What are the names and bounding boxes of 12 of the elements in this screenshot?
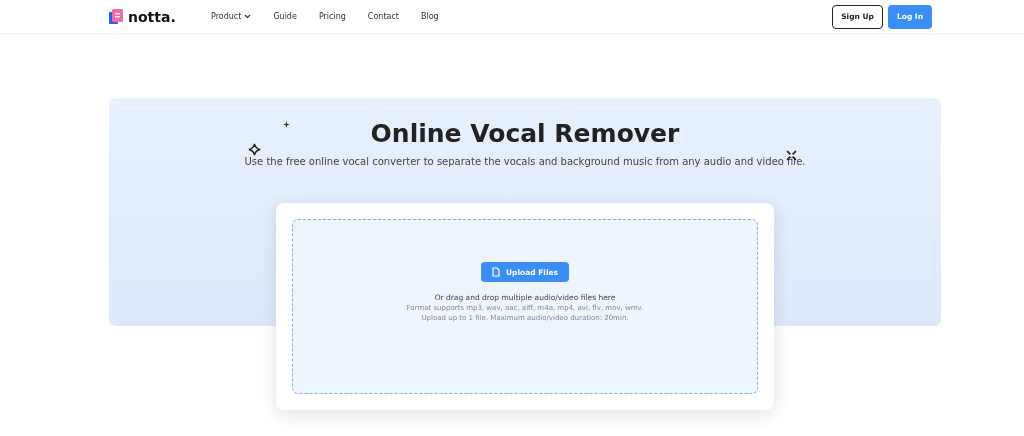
logo-icon — [109, 8, 123, 25]
nav-link[interactable]: Pricing — [318, 12, 346, 21]
logo-text: notta. — [128, 8, 176, 25]
nav-link[interactable]: Contact — [367, 12, 399, 21]
chevron-down-icon — [244, 14, 252, 19]
nav-link[interactable]: Product — [211, 12, 252, 21]
page-title: Online Vocal Remover — [370, 118, 680, 148]
sparkle-icon — [248, 143, 261, 156]
nav-link[interactable]: Guide — [273, 12, 297, 21]
file-icon — [491, 267, 500, 277]
sparkle-icon — [283, 121, 290, 128]
nav-link[interactable]: Blog — [420, 12, 439, 21]
